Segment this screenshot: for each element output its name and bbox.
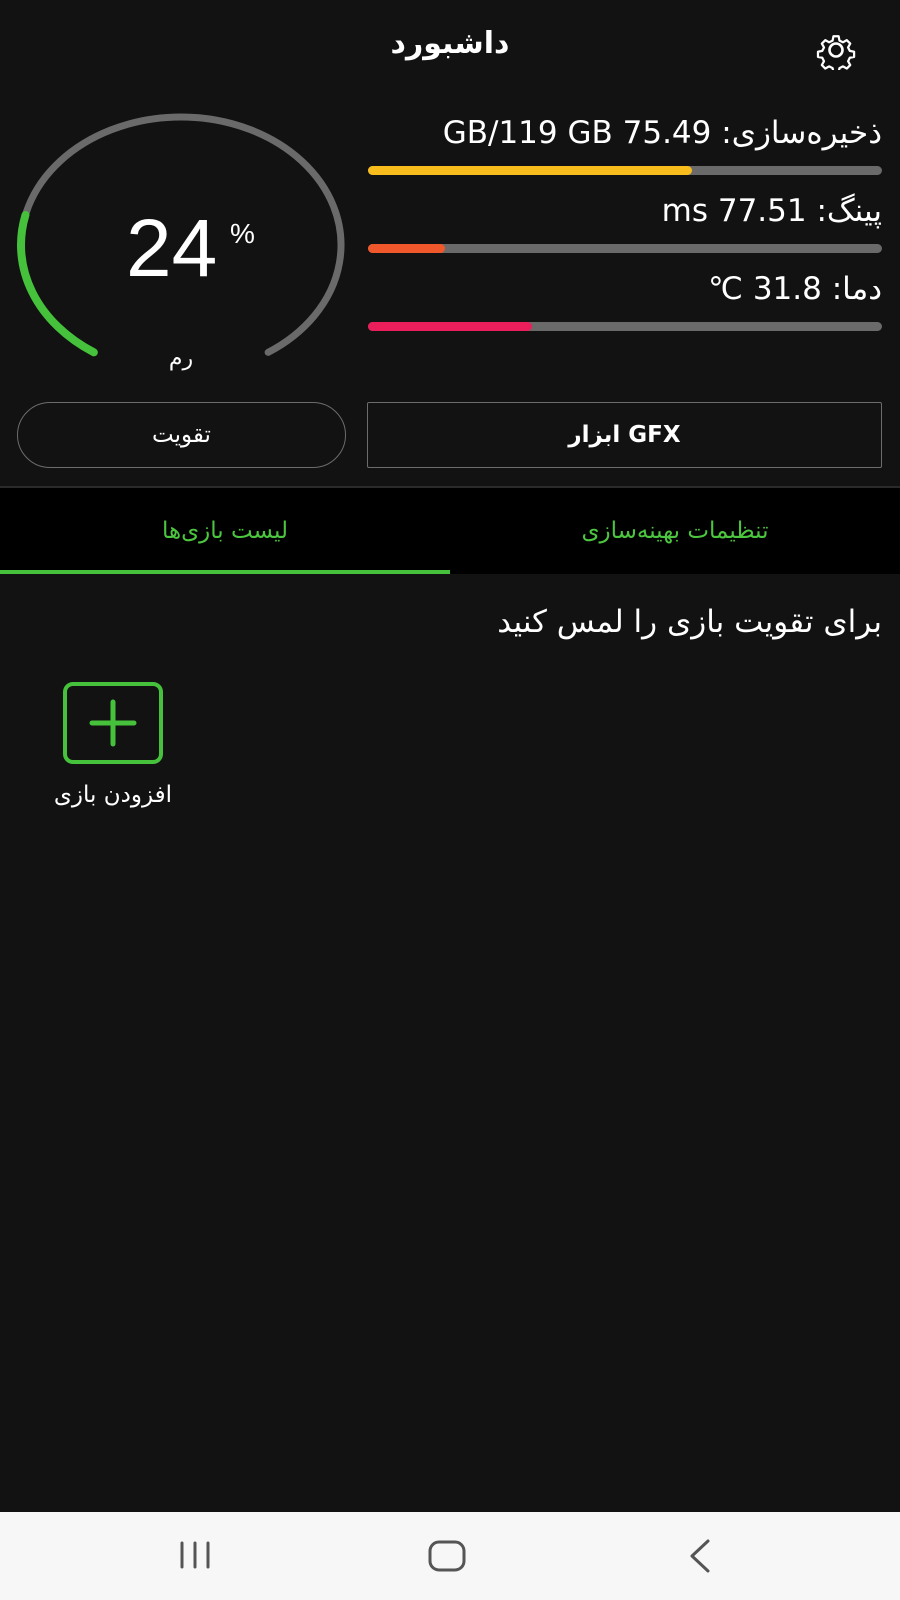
recent-apps-icon[interactable] xyxy=(165,1534,225,1578)
add-game-label: افزودن بازی xyxy=(53,782,173,808)
active-tab-indicator xyxy=(0,570,450,574)
ping-text: پینگ: 77.51 ms xyxy=(661,193,882,229)
add-game-button[interactable]: افزودن بازی xyxy=(28,680,198,820)
ram-percent-value: 24 xyxy=(126,203,218,294)
temperature-bar xyxy=(368,322,882,331)
tab-optimization-settings[interactable]: تنظیمات بهینه‌سازی xyxy=(450,488,900,574)
plus-icon[interactable] xyxy=(63,682,163,764)
boost-button[interactable]: تقویت xyxy=(17,402,346,468)
gfx-tool-button[interactable]: ابزار GFX xyxy=(367,402,882,468)
temperature-text: دما: 31.8 ℃ xyxy=(708,271,882,307)
ping-stat: پینگ: 77.51 ms xyxy=(368,188,882,266)
storage-bar-fill xyxy=(368,166,692,175)
ram-gauge: 24 % رم xyxy=(16,110,346,380)
tab-game-list[interactable]: لیست بازی‌ها xyxy=(0,488,450,574)
storage-stat: ذخیره‌سازی: 75.49 GB/119 GB xyxy=(368,110,882,188)
page-title: داشبورد xyxy=(390,26,510,61)
back-icon[interactable] xyxy=(670,1534,730,1578)
temperature-bar-fill xyxy=(368,322,533,331)
storage-bar xyxy=(368,166,882,175)
ping-bar-fill xyxy=(368,244,446,253)
ping-bar xyxy=(368,244,882,253)
storage-text: ذخیره‌سازی: 75.49 GB/119 GB xyxy=(442,115,882,151)
boost-hint: برای تقویت بازی را لمس کنید xyxy=(497,604,882,640)
temperature-stat: دما: 31.8 ℃ xyxy=(368,266,882,344)
system-nav-bar xyxy=(0,1512,900,1600)
home-icon[interactable] xyxy=(417,1534,477,1578)
app-header: داشبورد xyxy=(0,0,900,96)
gear-icon[interactable] xyxy=(816,30,856,74)
ram-label: رم xyxy=(168,346,194,371)
ram-percent-unit: % xyxy=(230,218,255,249)
stats-panel: ذخیره‌سازی: 75.49 GB/119 GB پینگ: 77.51 … xyxy=(368,110,882,344)
tab-bar: لیست بازی‌ها تنظیمات بهینه‌سازی xyxy=(0,488,900,574)
